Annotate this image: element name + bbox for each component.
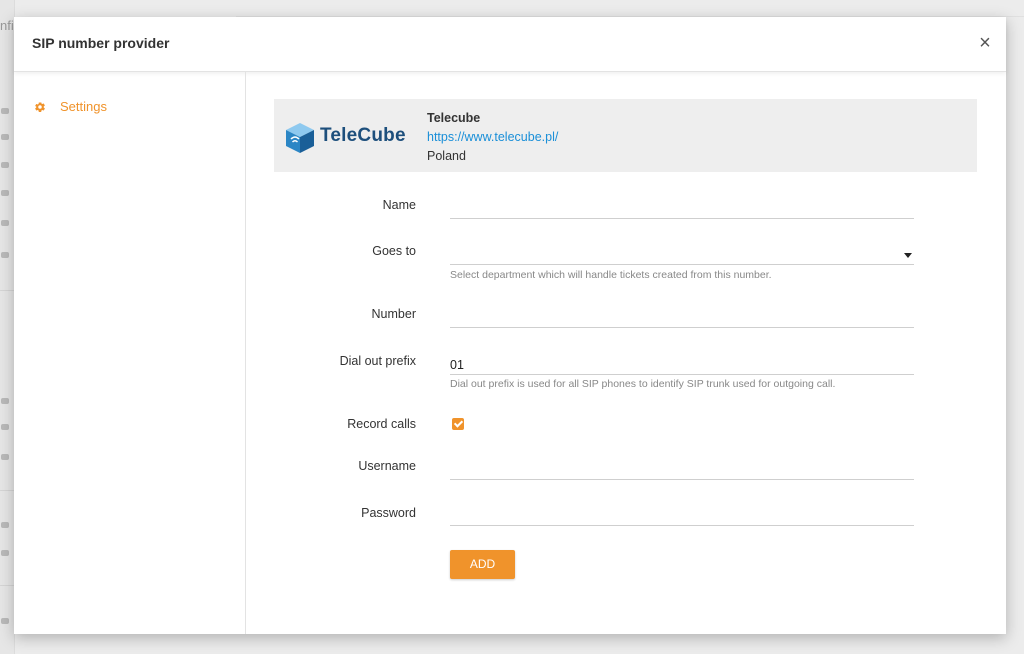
dial-out-prefix-help: Dial out prefix is used for all SIP phon… — [450, 378, 836, 390]
username-label: Username — [358, 459, 416, 473]
provider-card: TeleCube Telecube https://www.telecube.p… — [274, 99, 977, 172]
record-calls-checkbox[interactable] — [452, 418, 464, 430]
name-label: Name — [382, 198, 416, 212]
sidebar-item-settings[interactable]: Settings — [34, 99, 107, 114]
sip-provider-modal: SIP number provider × Settings TeleCube … — [14, 17, 1006, 634]
modal-header: SIP number provider × — [14, 17, 1006, 72]
gear-icon — [34, 101, 46, 113]
add-button[interactable]: ADD — [450, 550, 515, 579]
close-icon[interactable]: × — [976, 33, 994, 53]
background-icon — [1, 522, 9, 528]
modal-content: TeleCube Telecube https://www.telecube.p… — [246, 72, 1006, 634]
name-field[interactable] — [450, 200, 914, 219]
background-icon — [1, 618, 9, 624]
background-divider — [0, 585, 14, 586]
goes-to-help: Select department which will handle tick… — [450, 269, 772, 281]
dial-out-prefix-label: Dial out prefix — [339, 354, 416, 368]
background-icon — [1, 252, 9, 258]
modal-title: SIP number provider — [32, 35, 170, 51]
password-label: Password — [361, 506, 416, 520]
background-icon — [1, 190, 9, 196]
username-field[interactable] — [450, 461, 914, 480]
modal-sidebar: Settings — [14, 72, 246, 634]
sidebar-item-label: Settings — [60, 99, 107, 114]
password-field[interactable] — [450, 507, 914, 526]
provider-country: Poland — [427, 149, 466, 163]
background-icon — [1, 162, 9, 168]
record-calls-label: Record calls — [347, 417, 416, 431]
provider-url-link[interactable]: https://www.telecube.pl/ — [427, 130, 558, 144]
background-icon — [1, 220, 9, 226]
background-title: nfi — [0, 18, 14, 33]
logo-text: TeleCube — [320, 125, 406, 146]
background-icon — [1, 398, 9, 404]
background-icon — [1, 550, 9, 556]
dial-out-prefix-field[interactable]: 01 — [450, 356, 914, 375]
background-icon — [1, 108, 9, 114]
background-divider — [0, 490, 14, 491]
number-label: Number — [371, 307, 416, 321]
telecube-logo: TeleCube — [284, 119, 414, 157]
goes-to-label: Goes to — [372, 244, 416, 258]
provider-name: Telecube — [427, 111, 481, 125]
background-icon — [1, 134, 9, 140]
cube-logo-icon — [286, 123, 314, 153]
background-divider — [0, 290, 14, 291]
background-icon — [1, 424, 9, 430]
number-field[interactable] — [450, 309, 914, 328]
goes-to-select[interactable] — [450, 246, 914, 265]
background-icon — [1, 454, 9, 460]
